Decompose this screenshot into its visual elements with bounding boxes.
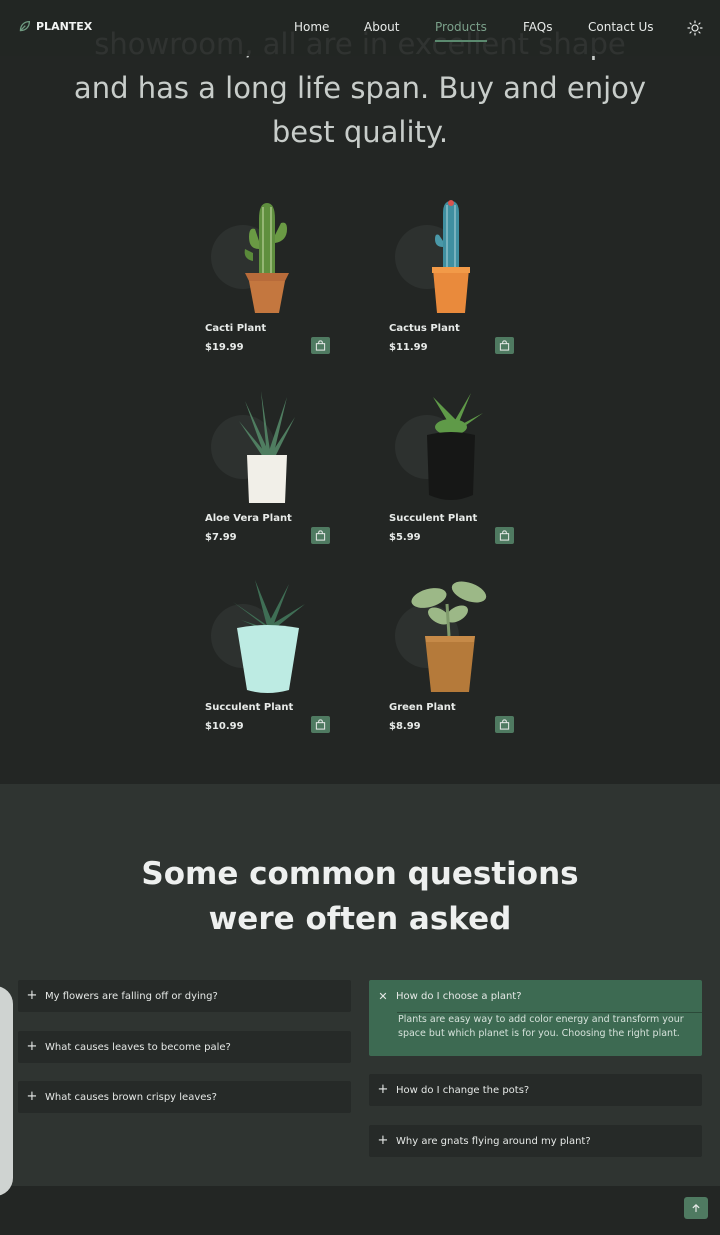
plus-icon: + [26, 988, 38, 1003]
faq-item[interactable]: + How do I change the pots? [369, 1074, 702, 1106]
faq-item[interactable]: + Why are gnats flying around my plant? [369, 1125, 702, 1157]
add-to-cart-button[interactable] [495, 716, 514, 733]
product-name: Green Plant [389, 702, 456, 713]
product-price: $11.99 [389, 342, 428, 353]
nav-products-label: Products [435, 20, 487, 34]
add-to-cart-button[interactable] [495, 527, 514, 544]
shopping-bag-icon [315, 530, 326, 541]
nav-products[interactable]: Products [435, 20, 487, 42]
product-name: Aloe Vera Plant [205, 513, 292, 524]
shopping-bag-icon [499, 719, 510, 730]
scroll-up-button[interactable] [684, 1197, 708, 1219]
succulent-plant-black-pot-image [421, 393, 483, 500]
green-plant-image [411, 581, 487, 692]
cactus-plant-image [432, 200, 470, 313]
product-card: Succulent Plant $10.99 [205, 576, 335, 746]
product-price: $19.99 [205, 342, 244, 353]
faq-question: How do I choose a plant? [396, 990, 522, 1002]
faq-item[interactable]: + What causes leaves to become pale? [18, 1031, 351, 1063]
faq-question-header[interactable]: ✕ How do I choose a plant? [369, 980, 702, 1012]
product-price: $8.99 [389, 721, 421, 732]
shopping-bag-icon [499, 340, 510, 351]
close-icon: ✕ [378, 989, 388, 1003]
product-name: Cactus Plant [389, 323, 460, 334]
succulent-plant-mint-pot-image [233, 580, 305, 693]
add-to-cart-button[interactable] [311, 337, 330, 354]
faq-question: What causes leaves to become pale? [45, 1041, 231, 1053]
add-to-cart-button[interactable] [311, 716, 330, 733]
add-to-cart-button[interactable] [495, 337, 514, 354]
faq-question: Why are gnats flying around my plant? [396, 1135, 591, 1147]
product-name: Succulent Plant [205, 702, 294, 713]
plus-icon: + [377, 1133, 389, 1148]
faq-title-line: Some common questions [141, 856, 579, 892]
hero-line: best quality. [271, 115, 449, 149]
aloe-vera-plant-image [239, 391, 295, 503]
product-price: $10.99 [205, 721, 244, 732]
shopping-bag-icon [499, 530, 510, 541]
faq-question: My flowers are falling off or dying? [45, 990, 218, 1002]
product-name: Cacti Plant [205, 323, 267, 334]
plus-icon: + [26, 1039, 38, 1054]
faq-item-open: ✕ How do I choose a plant? Plants are ea… [369, 980, 702, 1056]
nav-about[interactable]: About [364, 20, 399, 34]
faq-section: Some common questions were often asked +… [0, 784, 720, 1196]
product-card: Succulent Plant $5.99 [389, 387, 519, 557]
arrow-up-icon [692, 1204, 700, 1213]
add-to-cart-button[interactable] [311, 527, 330, 544]
main-nav: Home About Products FAQs Contact Us [0, 20, 720, 44]
product-price: $5.99 [389, 532, 421, 543]
hero-line: and has a long life span. Buy and enjoy [73, 71, 647, 105]
cacti-plant-image [244, 203, 289, 313]
product-card: Aloe Vera Plant $7.99 [205, 387, 335, 557]
nav-active-underline [435, 40, 487, 42]
product-price: $7.99 [205, 532, 237, 543]
plus-icon: + [377, 1082, 389, 1097]
nav-home[interactable]: Home [294, 20, 329, 34]
faq-title: Some common questions were often asked [0, 852, 720, 942]
shopping-bag-icon [315, 340, 326, 351]
site-header: PLANTEX Home About Products FAQs Contact… [0, 0, 720, 56]
plus-icon: + [26, 1089, 38, 1104]
faq-item[interactable]: + My flowers are falling off or dying? [18, 980, 351, 1012]
faq-title-line: were often asked [208, 901, 512, 937]
product-name: Succulent Plant [389, 513, 478, 524]
product-card: Cactus Plant $11.99 [389, 197, 519, 367]
nav-faqs[interactable]: FAQs [523, 20, 553, 34]
nav-contact-us[interactable]: Contact Us [588, 20, 654, 34]
product-card: Cacti Plant $19.99 [205, 197, 335, 367]
faq-question: How do I change the pots? [396, 1084, 530, 1096]
shopping-bag-icon [315, 719, 326, 730]
faq-item[interactable]: + What causes brown crispy leaves? [18, 1081, 351, 1113]
sun-icon[interactable] [687, 20, 703, 36]
product-card: Green Plant $8.99 [389, 576, 519, 746]
faq-answer: Plants are easy way to add color energy … [398, 1014, 684, 1039]
side-decoration [0, 986, 13, 1196]
faq-question: What causes brown crispy leaves? [45, 1091, 217, 1103]
